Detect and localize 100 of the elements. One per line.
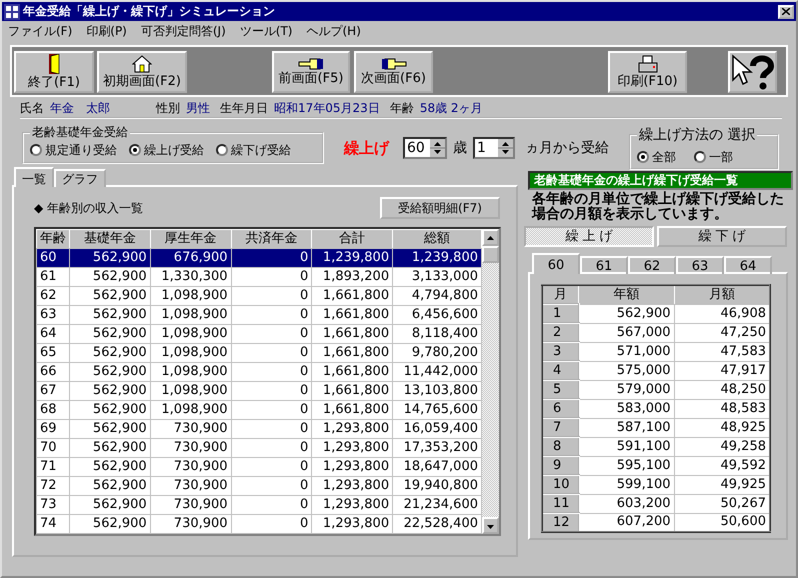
radio-label[interactable]: 全部: [652, 150, 676, 164]
table-cell: 562,900: [70, 420, 150, 438]
house-icon: [132, 54, 152, 73]
menu-item[interactable]: 可否判定問答(J): [140, 24, 226, 38]
table-cell: 50,267: [674, 494, 770, 513]
table-cell: 1,293,800: [312, 438, 393, 458]
radio-label[interactable]: 一部: [709, 150, 733, 164]
menu-item[interactable]: ツール(T): [240, 24, 292, 38]
table-row[interactable]: 73 562,900 730,900 0 1,293,800 21,234,600: [36, 496, 482, 514]
close-button[interactable]: [778, 4, 794, 18]
table-cell: 1,330,300: [150, 268, 232, 286]
table-cell: 562,900: [70, 362, 150, 382]
radio-button[interactable]: [129, 144, 141, 156]
radio-button[interactable]: [637, 151, 649, 163]
table-cell: 1,661,800: [312, 324, 393, 344]
tab[interactable]: 60: [532, 253, 580, 274]
radio-label[interactable]: 繰下げ受給: [231, 142, 291, 158]
exit-button[interactable]: 終了(F1): [14, 51, 94, 93]
group-title: 繰上げ方法の 選択: [637, 127, 758, 144]
table-cell: 0: [231, 248, 312, 268]
table-cell: 0: [231, 496, 312, 514]
row-header: 10: [542, 475, 579, 494]
table-row[interactable]: 74 562,900 730,900 0 1,293,800 22,528,400: [36, 514, 482, 534]
table-cell: 60: [36, 248, 70, 268]
column-header: 年齢: [36, 230, 70, 248]
column-header: 年額: [578, 285, 674, 304]
table-cell: 1,098,900: [150, 382, 232, 400]
tab[interactable]: 62: [628, 256, 676, 274]
radio-label[interactable]: 規定通り受給: [45, 142, 117, 158]
menu-item[interactable]: ヘルプ(H): [306, 24, 361, 38]
table-row[interactable]: 63 562,900 1,098,900 0 1,661,800 6,456,600: [36, 306, 482, 324]
table-row[interactable]: 66 562,900 1,098,900 0 1,661,800 11,442,000: [36, 362, 482, 382]
month-field[interactable]: 1: [473, 137, 515, 159]
table-cell: 562,900: [70, 476, 150, 496]
table-cell: 48,583: [674, 399, 770, 418]
tab[interactable]: 64: [724, 256, 772, 274]
table-cell: 0: [231, 476, 312, 496]
table-cell: 21,234,600: [392, 496, 482, 514]
next-button[interactable]: 次画面(F6): [354, 51, 433, 93]
column-header: 合計: [312, 230, 393, 248]
scrollbar[interactable]: [482, 229, 499, 534]
table-cell: 0: [231, 268, 312, 286]
table-row[interactable]: 68 562,900 1,098,900 0 1,661,800 14,765,600: [36, 400, 482, 420]
back-button[interactable]: 前画面(F5): [272, 51, 350, 93]
field-label: 性別: [156, 100, 180, 116]
table-cell: 603,200: [578, 494, 674, 513]
table-cell: 8,118,400: [392, 324, 482, 344]
tab[interactable]: 61: [580, 256, 628, 274]
table-cell: 49,258: [674, 437, 770, 456]
table-cell: 562,900: [70, 324, 150, 344]
table-row[interactable]: 62 562,900 1,098,900 0 1,661,800 4,794,800: [36, 286, 482, 306]
table-cell: 1,098,900: [150, 306, 232, 324]
table-cell: 65: [36, 344, 70, 362]
mode-button[interactable]: 繰 上 げ: [524, 226, 654, 247]
menu-item[interactable]: ファイル(F): [8, 24, 72, 38]
table-cell: 1,661,800: [312, 286, 393, 306]
home-button[interactable]: 初期画面(F2): [97, 51, 187, 93]
detail-button[interactable]: 受給額明細(F7): [380, 197, 500, 219]
table-cell: 1,098,900: [150, 286, 232, 306]
table-row[interactable]: 64 562,900 1,098,900 0 1,661,800 8,118,400: [36, 324, 482, 344]
table-cell: 9,780,200: [392, 344, 482, 362]
tab[interactable]: 63: [676, 256, 724, 274]
column-header: 総額: [392, 230, 482, 248]
table-cell: 1,661,800: [312, 344, 393, 362]
tab[interactable]: グラフ: [54, 168, 106, 187]
radio-label[interactable]: 繰上げ受給: [144, 142, 204, 158]
table-row[interactable]: 69 562,900 730,900 0 1,293,800 16,059,400: [36, 420, 482, 438]
mode-button[interactable]: 繰 下 げ: [657, 226, 787, 247]
tab[interactable]: 一覧: [14, 166, 54, 187]
table-cell: 49,925: [674, 475, 770, 494]
table-row[interactable]: 60 562,900 676,900 0 1,239,800 1,239,800: [36, 248, 482, 268]
group-title: 老齢基礎年金受給: [30, 125, 130, 140]
table-cell: 1,239,800: [392, 248, 482, 268]
row-header: 6: [542, 399, 579, 418]
radio-button[interactable]: [30, 144, 42, 156]
description: 各年齢の月単位で繰上げ繰下げ受給した場合の月額を表示しています。: [532, 192, 785, 222]
table-row[interactable]: 67 562,900 1,098,900 0 1,661,800 13,103,800: [36, 382, 482, 400]
help-button[interactable]: [728, 51, 777, 93]
table-row[interactable]: 70 562,900 730,900 0 1,293,800 17,353,200: [36, 438, 482, 458]
table-cell: 562,900: [70, 438, 150, 458]
table-cell: 575,000: [578, 361, 674, 380]
print-button[interactable]: 印刷(F10): [608, 51, 687, 93]
table-cell: 48,925: [674, 418, 770, 437]
scroll-thumb[interactable]: [482, 246, 499, 263]
table-cell: 0: [231, 344, 312, 362]
table-row[interactable]: 65 562,900 1,098,900 0 1,661,800 9,780,200: [36, 344, 482, 362]
spinner-icon: [430, 139, 445, 157]
radio-button[interactable]: [694, 151, 706, 163]
table-cell: 3,133,000: [392, 268, 482, 286]
table-cell: 47,917: [674, 361, 770, 380]
table-cell: 17,353,200: [392, 438, 482, 458]
table-cell: 1,293,800: [312, 420, 393, 438]
table-row[interactable]: 61 562,900 1,330,300 0 1,893,200 3,133,000: [36, 268, 482, 286]
age-field[interactable]: 60: [403, 137, 447, 159]
radio-button[interactable]: [216, 144, 228, 156]
table-row[interactable]: 72 562,900 730,900 0 1,293,800 19,940,800: [36, 476, 482, 496]
table-cell: 0: [231, 514, 312, 534]
row-header: 8: [542, 437, 579, 456]
table-row[interactable]: 71 562,900 730,900 0 1,293,800 18,647,000: [36, 458, 482, 476]
menu-item[interactable]: 印刷(P): [86, 24, 127, 38]
